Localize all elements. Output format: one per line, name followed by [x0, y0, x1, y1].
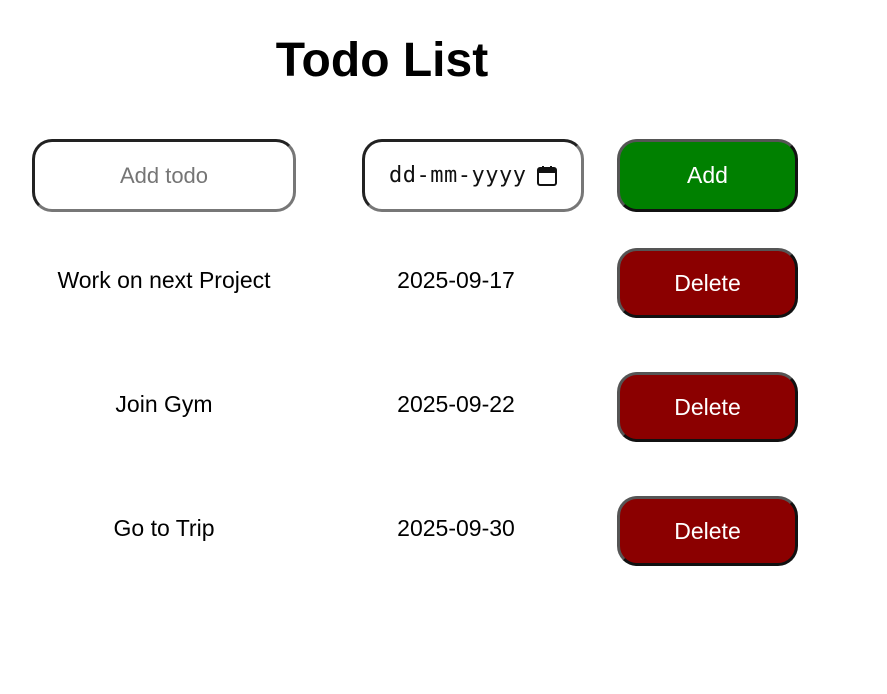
delete-button[interactable]: Delete	[617, 372, 798, 442]
date-input[interactable]: dd-mm-yyyy	[362, 139, 584, 212]
todo-input[interactable]	[32, 139, 296, 212]
calendar-icon[interactable]	[535, 164, 559, 188]
todo-date: 2025-09-22	[397, 391, 515, 417]
todo-name: Go to Trip	[113, 515, 215, 541]
delete-button[interactable]: Delete	[617, 248, 798, 318]
add-button[interactable]: Add	[617, 139, 798, 212]
todo-name: Work on next Project	[57, 267, 271, 293]
date-placeholder: dd-mm-yyyy	[389, 163, 527, 188]
delete-button[interactable]: Delete	[617, 496, 798, 566]
page-title: Todo List	[275, 34, 489, 87]
todo-date: 2025-09-17	[397, 267, 515, 293]
todo-name: Join Gym	[115, 391, 213, 417]
todo-date: 2025-09-30	[397, 515, 515, 541]
